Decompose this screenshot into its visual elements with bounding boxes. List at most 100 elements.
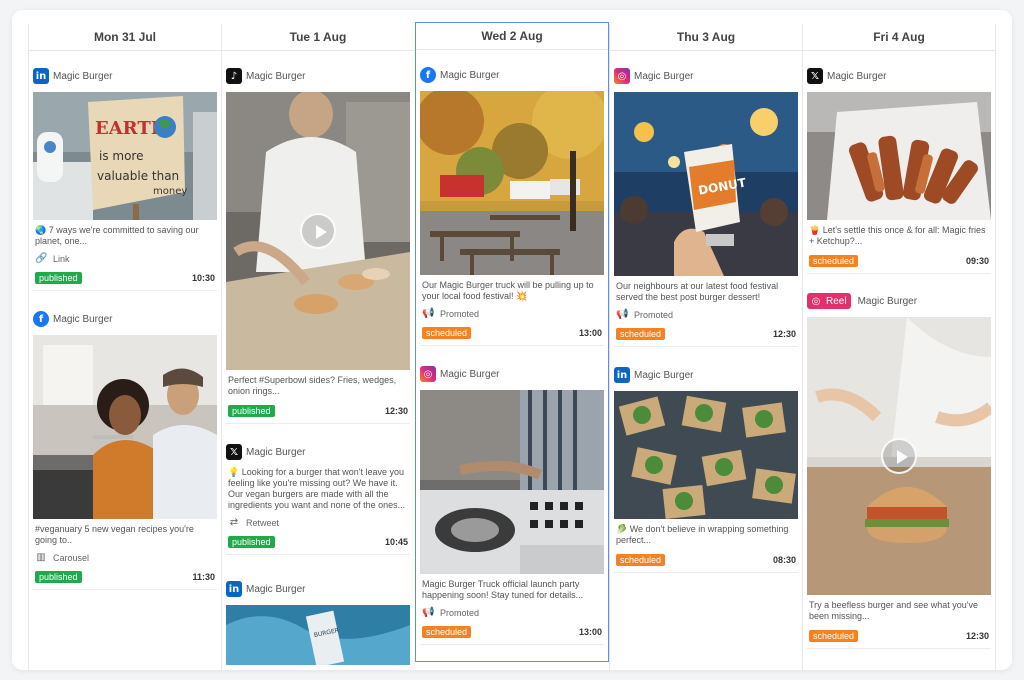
post-image[interactable]	[420, 91, 604, 275]
play-icon[interactable]	[881, 438, 917, 474]
account-name: Magic Burger	[857, 295, 918, 307]
day-column-mon: Mon 31 Jul in Magic Burger EARTH is more…	[28, 24, 221, 670]
retweet-icon: ⇄	[229, 517, 239, 528]
post-type-label: Promoted	[634, 309, 674, 320]
post-caption: Our Magic Burger truck will be pulling u…	[422, 280, 594, 301]
post-card[interactable]: 𝕏 Magic Burger 🍟 Let's settle this once …	[807, 66, 991, 274]
account-name: Magic Burger	[53, 70, 113, 82]
post-image[interactable]	[33, 335, 217, 519]
post-card[interactable]: in Magic Burger 🥬 We don't believe in wr…	[614, 365, 798, 573]
post-card[interactable]: f Magic Burger	[33, 309, 217, 590]
megaphone-icon: 📢	[616, 309, 629, 320]
status-badge: scheduled	[422, 626, 472, 638]
day-column-thu: Thu 3 Aug ◎ Magic Burger DONUT Our neigh…	[609, 24, 802, 670]
x-icon: 𝕏	[807, 68, 823, 84]
post-caption: Try a beefless burger and see what you'v…	[809, 600, 978, 621]
day-column-tue: Tue 1 Aug ♪ Magic Burger Perfect #Superb…	[221, 24, 414, 670]
post-card[interactable]: ◎ Magic Burger	[614, 66, 798, 347]
instagram-icon: ◎	[811, 295, 821, 307]
post-caption: Perfect #Superbowl sides? Fries, wedges,…	[228, 375, 397, 396]
day-header: Wed 2 Aug	[416, 23, 608, 50]
post-caption: 🌏 7 ways we're committed to saving our p…	[35, 225, 199, 246]
post-time: 08:30	[772, 555, 796, 565]
instagram-icon: ◎	[614, 68, 630, 84]
account-name: Magic Burger	[246, 446, 306, 458]
day-column-fri: Fri 4 Aug 𝕏 Magic Burger 🍟 Let's settle …	[802, 24, 996, 670]
post-caption: Our neighbours at our latest food festiv…	[616, 281, 779, 302]
account-name: Magic Burger	[827, 70, 887, 82]
post-type-label: Link	[53, 253, 70, 264]
post-caption: #veganuary 5 new vegan recipes you're go…	[35, 524, 194, 545]
post-type-label: Retweet	[246, 517, 280, 528]
post-caption: 💡 Looking for a burger that won't leave …	[228, 467, 406, 510]
day-header: Fri 4 Aug	[803, 24, 995, 51]
linkedin-icon: in	[33, 68, 49, 84]
account-name: Magic Burger	[634, 369, 694, 381]
post-image[interactable]	[614, 391, 798, 519]
status-badge: scheduled	[616, 554, 666, 566]
status-badge: published	[35, 571, 82, 583]
svg-text:valuable than: valuable than	[97, 169, 179, 183]
tiktok-icon: ♪	[226, 68, 242, 84]
post-type-label: Promoted	[440, 607, 480, 618]
post-time: 12:30	[965, 631, 989, 641]
calendar-board: Mon 31 Jul in Magic Burger EARTH is more…	[12, 10, 1012, 670]
carousel-icon: ▥	[36, 552, 46, 563]
post-image[interactable]	[807, 92, 991, 220]
post-image[interactable]: EARTH is more valuable than money	[33, 92, 217, 220]
day-header: Mon 31 Jul	[29, 24, 221, 51]
account-name: Magic Burger	[440, 69, 500, 81]
post-time: 10:45	[384, 537, 408, 547]
post-card[interactable]: ♪ Magic Burger Perfect #Superbowl sides?…	[226, 66, 410, 424]
post-type: 📢 Promoted	[420, 607, 604, 618]
post-type: 📢 Promoted	[614, 309, 798, 320]
post-type: 📢 Promoted	[420, 308, 604, 319]
account-name: Magic Burger	[53, 313, 113, 325]
post-caption: Magic Burger Truck official launch party…	[422, 579, 584, 600]
post-image[interactable]	[420, 390, 604, 574]
post-type: ⇄ Retweet	[226, 517, 410, 528]
account-name: Magic Burger	[246, 583, 306, 595]
account-name: Magic Burger	[634, 70, 694, 82]
reel-badge: ◎ Reel	[807, 293, 851, 309]
post-caption: 🍟 Let's settle this once & for all: Magi…	[809, 225, 986, 246]
post-card[interactable]: f Magic Burger	[420, 65, 604, 346]
x-icon: 𝕏	[226, 444, 242, 460]
status-badge: scheduled	[809, 255, 859, 267]
post-type: 🔗 Link	[33, 253, 217, 264]
linkedin-icon: in	[614, 367, 630, 383]
post-time: 12:30	[384, 406, 408, 416]
post-image[interactable]: DONUT	[614, 92, 798, 276]
account-name: Magic Burger	[246, 70, 306, 82]
status-badge: scheduled	[422, 327, 472, 339]
post-video[interactable]	[226, 92, 410, 370]
day-header: Thu 3 Aug	[610, 24, 802, 51]
post-card[interactable]: in Magic Burger EARTH is more valuable t…	[33, 66, 217, 291]
megaphone-icon: 📢	[422, 308, 435, 319]
day-header: Tue 1 Aug	[222, 24, 414, 51]
day-column-wed[interactable]: Wed 2 Aug f Magic Burger Our Magic Burge…	[415, 22, 609, 662]
post-time: 09:30	[965, 256, 989, 266]
facebook-icon: f	[420, 67, 436, 83]
post-video[interactable]	[807, 317, 991, 595]
post-time: 10:30	[191, 273, 215, 283]
post-card[interactable]: ◎ Reel Magic Burger Try a beefless burge…	[807, 291, 991, 649]
status-badge: published	[228, 536, 275, 548]
post-time: 13:00	[578, 328, 602, 338]
post-image[interactable]: BURGER	[226, 605, 410, 665]
link-icon: 🔗	[35, 253, 48, 264]
post-card[interactable]: in Magic Burger BURGER	[226, 579, 410, 665]
post-time: 13:00	[578, 627, 602, 637]
linkedin-icon: in	[226, 581, 242, 597]
post-card[interactable]: ◎ Magic Burger	[420, 364, 604, 645]
facebook-icon: f	[33, 311, 49, 327]
status-badge: scheduled	[809, 630, 859, 642]
post-card[interactable]: 𝕏 Magic Burger 💡 Looking for a burger th…	[226, 442, 410, 555]
post-type-label: Carousel	[53, 552, 90, 563]
status-badge: published	[228, 405, 275, 417]
megaphone-icon: 📢	[422, 607, 435, 618]
account-name: Magic Burger	[440, 368, 500, 380]
post-time: 12:30	[772, 329, 796, 339]
play-icon[interactable]	[300, 213, 336, 249]
svg-text:is more: is more	[99, 149, 143, 163]
